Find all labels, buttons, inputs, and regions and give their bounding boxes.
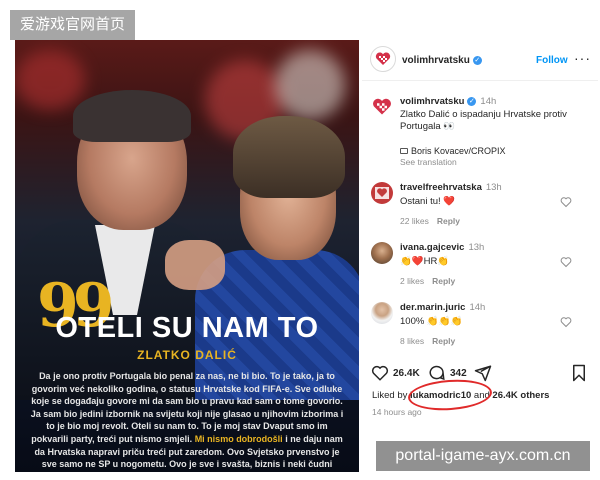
comment-meta: 2 likes Reply (400, 276, 455, 286)
see-translation-link[interactable]: See translation (400, 157, 457, 167)
caption-username-text[interactable]: volimhrvatsku (400, 96, 464, 107)
verified-badge-icon: ✓ (472, 56, 482, 65)
comment-username-text[interactable]: der.marin.juric (400, 302, 465, 313)
comment-avatar[interactable] (371, 302, 393, 324)
watermark-top: 爱游戏官网首页 (10, 10, 136, 40)
comment-avatar-image (375, 187, 389, 199)
caption-text: Zlatko Dalić o ispadanju Hrvatske protiv… (400, 109, 567, 132)
heart-icon[interactable] (560, 256, 572, 268)
post-article-text: Da je ono protiv Portugala bio penal za … (29, 370, 345, 471)
comment-likes[interactable]: 22 likes (400, 216, 429, 226)
follow-button[interactable]: Follow (536, 55, 568, 66)
photo-credit: Boris Kovacev/CROPIX (400, 146, 506, 156)
liked-by-others[interactable]: 26.4K others (492, 390, 549, 401)
reply-button[interactable]: Reply (432, 336, 455, 346)
comment-username[interactable]: travelfreehrvatska 13h (400, 182, 502, 193)
comment-likes[interactable]: 8 likes (400, 336, 424, 346)
heart-logo-icon (375, 52, 391, 65)
comment-time: 13h (485, 182, 502, 193)
liked-by-prefix: Liked by (372, 390, 408, 401)
profile-avatar[interactable] (370, 46, 396, 72)
comment-icon[interactable] (428, 364, 446, 382)
header-username[interactable]: volimhrvatsku ✓ (402, 55, 482, 66)
comment-avatar[interactable] (371, 182, 393, 204)
camera-icon (400, 148, 408, 154)
comment-text: 100% 👏👏👏 (400, 316, 463, 327)
comment-meta: 22 likes Reply (400, 216, 460, 226)
background-light (15, 50, 85, 110)
comment-likes[interactable]: 2 likes (400, 276, 424, 286)
player-figure-hair (233, 116, 345, 198)
comment-username-text[interactable]: travelfreehrvatska (400, 182, 482, 193)
action-bar: 26.4K 342 (362, 362, 598, 384)
watermark-bottom: portal-igame-ayx.com.cn (376, 441, 590, 471)
post-sidebar: volimhrvatsku ✓ Follow ··· volimhrvatsku ✓… (362, 40, 598, 480)
header-divider (362, 80, 598, 81)
comment-item: ivana.gajcevic 13h 👏❤️HR👏 2 likes Reply (362, 242, 598, 300)
caption-time: 14h (480, 96, 497, 107)
comments-count: 342 (450, 368, 467, 379)
comment-time: 14h (469, 302, 486, 313)
reply-button[interactable]: Reply (432, 276, 455, 286)
photo-credit-text: Boris Kovacev/CROPIX (411, 146, 506, 156)
heart-icon[interactable] (560, 196, 572, 208)
reply-button[interactable]: Reply (437, 216, 460, 226)
bookmark-icon[interactable] (571, 364, 587, 382)
comment-item: travelfreehrvatska 13h Ostani tu! ❤️ 22 l… (362, 182, 598, 240)
comment-username[interactable]: ivana.gajcevic 13h (400, 242, 484, 253)
post-byline: ZLATKO DALIĆ (137, 348, 237, 362)
caption-username[interactable]: volimhrvatsku ✓ 14h (400, 96, 496, 107)
comment-meta: 8 likes Reply (400, 336, 455, 346)
post-image[interactable]: 99 OTELI SU NAM TO ZLATKO DALIĆ Da je on… (15, 40, 359, 472)
share-icon[interactable] (474, 364, 492, 382)
posted-time: 14 hours ago (372, 407, 422, 417)
like-heart-icon[interactable] (371, 364, 389, 382)
more-icon[interactable]: ··· (574, 50, 591, 66)
comment-avatar[interactable] (371, 242, 393, 264)
comment-time: 13h (468, 242, 485, 253)
verified-badge-icon: ✓ (467, 97, 477, 106)
clapping-hands (165, 240, 225, 290)
likes-count: 26.4K (393, 368, 420, 379)
background-light (275, 50, 345, 120)
comment-item: der.marin.juric 14h 100% 👏👏👏 8 likes Reply (362, 302, 598, 360)
heart-icon[interactable] (560, 316, 572, 328)
article-highlight: Mi nismo dobrodošli (194, 433, 283, 444)
comment-text: 👏❤️HR👏 (400, 256, 450, 267)
comment-username[interactable]: der.marin.juric 14h (400, 302, 485, 313)
caption-avatar-heart-logo-icon[interactable] (372, 97, 392, 117)
comment-username-text[interactable]: ivana.gajcevic (400, 242, 464, 253)
coach-figure-hair (73, 90, 191, 142)
header-username-text[interactable]: volimhrvatsku (402, 55, 470, 66)
post-headline: OTELI SU NAM TO (55, 312, 319, 344)
comment-text: Ostani tu! ❤️ (400, 196, 456, 207)
